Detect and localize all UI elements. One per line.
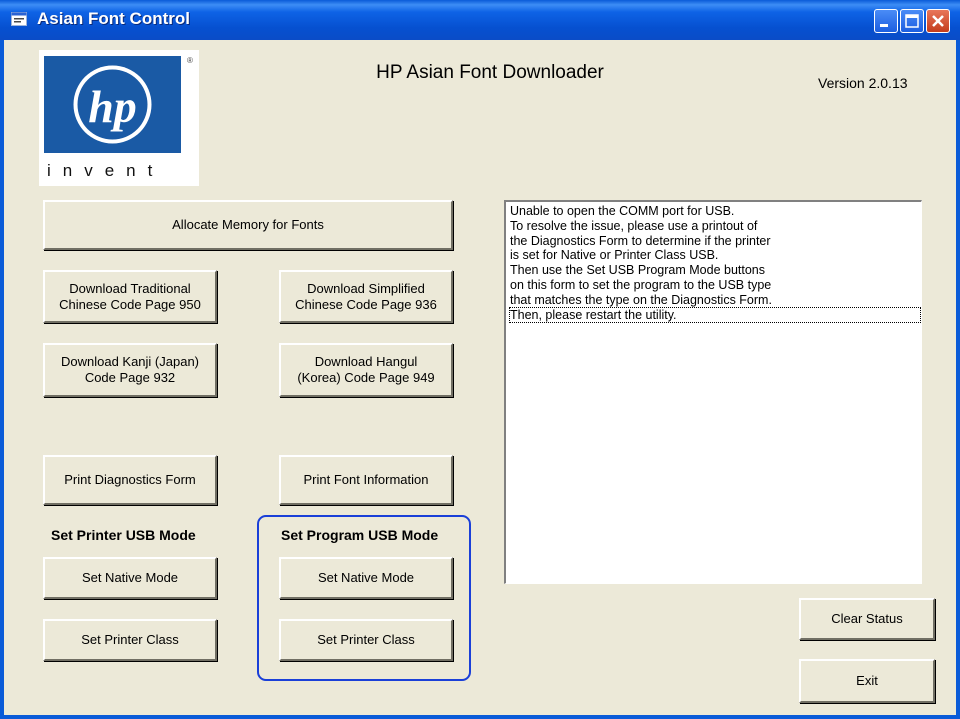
status-line[interactable]: on this form to set the program to the U… (510, 278, 920, 293)
download-traditional-chinese-button[interactable]: Download Traditional Chinese Code Page 9… (43, 270, 217, 323)
download-simplified-chinese-button[interactable]: Download Simplified Chinese Code Page 93… (279, 270, 453, 323)
application-window: Asian Font Control ® hp invent HP Asian … (0, 0, 960, 719)
window-title: Asian Font Control (37, 9, 190, 28)
minimize-icon (880, 24, 888, 27)
status-line[interactable]: Then use the Set USB Program Mode button… (510, 263, 920, 278)
app-window-icon (11, 12, 27, 26)
status-lines: Unable to open the COMM port for USB. To … (509, 204, 921, 324)
hp-logo: ® hp invent (39, 50, 199, 186)
status-line[interactable]: Then, please restart the utility. (509, 306, 921, 324)
hp-logo-tagline: invent (47, 161, 164, 180)
status-line[interactable]: Unable to open the COMM port for USB. (510, 204, 920, 219)
maximize-icon (905, 14, 919, 28)
download-kanji-button[interactable]: Download Kanji (Japan) Code Page 932 (43, 343, 217, 397)
program-set-native-mode-button[interactable]: Set Native Mode (279, 557, 453, 599)
printer-set-printer-class-button[interactable]: Set Printer Class (43, 619, 217, 661)
status-line[interactable]: that matches the type on the Diagnostics… (510, 293, 920, 308)
minimize-button[interactable] (874, 9, 898, 33)
status-line[interactable]: the Diagnostics Form to determine if the… (510, 234, 920, 249)
print-diagnostics-button[interactable]: Print Diagnostics Form (43, 455, 217, 505)
printer-set-native-mode-button[interactable]: Set Native Mode (43, 557, 217, 599)
close-icon (932, 15, 944, 27)
maximize-button[interactable] (900, 9, 924, 33)
title-bar[interactable]: Asian Font Control (0, 0, 960, 40)
page-title: HP Asian Font Downloader (376, 62, 604, 83)
hp-logo-mark: hp (88, 81, 137, 132)
print-font-information-button[interactable]: Print Font Information (279, 455, 453, 505)
close-button[interactable] (926, 9, 950, 33)
version-label: Version 2.0.13 (818, 75, 908, 91)
printer-usb-mode-label: Set Printer USB Mode (51, 527, 196, 543)
status-listbox[interactable]: Unable to open the COMM port for USB. To … (504, 200, 922, 584)
program-set-printer-class-button[interactable]: Set Printer Class (279, 619, 453, 661)
clear-status-button[interactable]: Clear Status (799, 598, 935, 640)
status-line[interactable]: is set for Native or Printer Class USB. (510, 248, 920, 263)
svg-text:®: ® (187, 56, 193, 65)
exit-button[interactable]: Exit (799, 659, 935, 703)
download-hangul-button[interactable]: Download Hangul (Korea) Code Page 949 (279, 343, 453, 397)
status-line[interactable]: To resolve the issue, please use a print… (510, 219, 920, 234)
allocate-memory-button[interactable]: Allocate Memory for Fonts (43, 200, 453, 250)
